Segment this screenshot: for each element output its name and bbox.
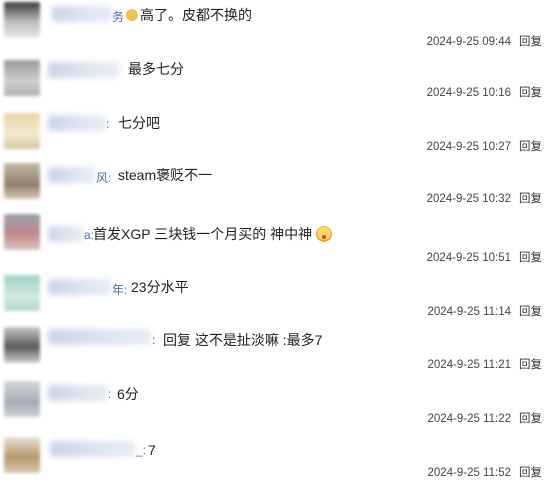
avatar[interactable] xyxy=(4,163,40,199)
comment-text: 6分 xyxy=(117,386,139,402)
username[interactable] xyxy=(48,329,152,345)
avatar[interactable] xyxy=(4,327,40,363)
timestamp: 2024-9-25 10:27 xyxy=(426,141,511,153)
username[interactable] xyxy=(52,6,112,22)
comment-text: 23分水平 xyxy=(131,279,189,295)
username-suffix: : xyxy=(106,117,110,131)
comment-text: 七分吧 xyxy=(118,115,160,131)
timestamp: 2024-9-25 10:32 xyxy=(426,193,511,205)
username[interactable] xyxy=(48,279,112,295)
comment-meta: 2024-9-25 10:16 回复 xyxy=(427,84,542,100)
username-suffix: 务 xyxy=(112,10,125,24)
reply-button[interactable]: 回复 xyxy=(519,252,542,264)
comment-text: 回复 这不是扯淡嘛 :最多7 xyxy=(163,332,323,348)
comment-meta: 2024-9-25 11:22 回复 xyxy=(427,410,542,426)
comment-meta: 2024-9-25 11:21 回复 xyxy=(427,356,542,372)
comment-meta: 2024-9-25 10:27 回复 xyxy=(427,138,542,154)
comment-item: _: 7 2024-9-25 11:52 回复 xyxy=(0,427,550,485)
avatar[interactable] xyxy=(4,275,40,311)
comment-item: 风: steam褒贬不一 2024-9-25 10:32 回复 xyxy=(0,157,550,210)
username-suffix: _: xyxy=(136,443,147,457)
avatar[interactable] xyxy=(4,437,40,473)
username[interactable] xyxy=(48,226,84,242)
comment-item: 年: 23分水平 2024-9-25 11:14 回复 xyxy=(0,265,550,319)
avatar[interactable] xyxy=(4,2,40,38)
comment-text-row: 高了。皮都不换的 xyxy=(126,6,252,24)
reply-button[interactable]: 回复 xyxy=(519,141,542,153)
username-suffix: : xyxy=(152,333,156,347)
comment-text: 最多七分 xyxy=(128,61,184,77)
timestamp: 2024-9-25 11:22 xyxy=(427,413,511,425)
comment-meta: 2024-9-25 10:51 回复 xyxy=(427,249,542,265)
username[interactable] xyxy=(48,167,96,183)
username-suffix: : xyxy=(108,387,112,401)
reply-button[interactable]: 回复 xyxy=(519,87,542,99)
avatar[interactable] xyxy=(4,60,40,96)
comment-item: : 回复 这不是扯淡嘛 :最多7 2024-9-25 11:21 回复 xyxy=(0,319,550,373)
comment-text: steam褒贬不一 xyxy=(118,167,213,183)
comment-text: 高了。皮都不换的 xyxy=(140,7,252,23)
comment-item: : 6分 2024-9-25 11:22 回复 xyxy=(0,373,550,427)
username[interactable] xyxy=(48,385,108,401)
timestamp: 2024-9-25 10:16 xyxy=(426,87,511,99)
username[interactable] xyxy=(48,62,120,78)
username[interactable] xyxy=(48,115,106,131)
avatar[interactable] xyxy=(4,214,40,250)
username-suffix: 年: xyxy=(112,283,128,297)
avatar[interactable] xyxy=(4,113,40,149)
comment-item: a: 首发XGP 三块钱一个月买的 神中神 2024-9-25 10:51 回复 xyxy=(0,210,550,265)
comment-text-row: 首发XGP 三块钱一个月买的 神中神 xyxy=(93,225,332,243)
timestamp: 2024-9-25 09:44 xyxy=(426,36,511,48)
reply-button[interactable]: 回复 xyxy=(519,413,542,425)
reply-button[interactable]: 回复 xyxy=(519,306,542,318)
comment-meta: 2024-9-25 09:44 回复 xyxy=(427,33,542,49)
timestamp: 2024-9-25 11:21 xyxy=(427,359,511,371)
comment-meta: 2024-9-25 10:32 回复 xyxy=(427,190,542,206)
avatar[interactable] xyxy=(4,381,40,417)
reply-button[interactable]: 回复 xyxy=(519,467,542,479)
comment-item: : 七分吧 2024-9-25 10:27 回复 xyxy=(0,105,550,157)
reply-button[interactable]: 回复 xyxy=(519,193,542,205)
comment-meta: 2024-9-25 11:14 回复 xyxy=(427,303,542,319)
comment-text: 7 xyxy=(148,442,156,458)
comment-item: 最多七分 2024-9-25 10:16 回复 xyxy=(0,52,550,105)
comment-item: 务 高了。皮都不换的 2024-9-25 09:44 回复 xyxy=(0,0,550,52)
reply-button[interactable]: 回复 xyxy=(519,359,542,371)
timestamp: 2024-9-25 10:51 xyxy=(426,252,511,264)
timestamp: 2024-9-25 11:52 xyxy=(427,467,511,479)
comment-meta: 2024-9-25 11:52 回复 xyxy=(427,464,542,480)
username[interactable] xyxy=(50,441,136,457)
surprised-emoji-icon xyxy=(315,226,332,242)
comment-text: 首发XGP 三块钱一个月买的 神中神 xyxy=(93,226,313,242)
badge-icon xyxy=(126,9,138,21)
reply-button[interactable]: 回复 xyxy=(519,36,542,48)
timestamp: 2024-9-25 11:14 xyxy=(427,306,511,318)
username-suffix: 风: xyxy=(96,171,112,185)
